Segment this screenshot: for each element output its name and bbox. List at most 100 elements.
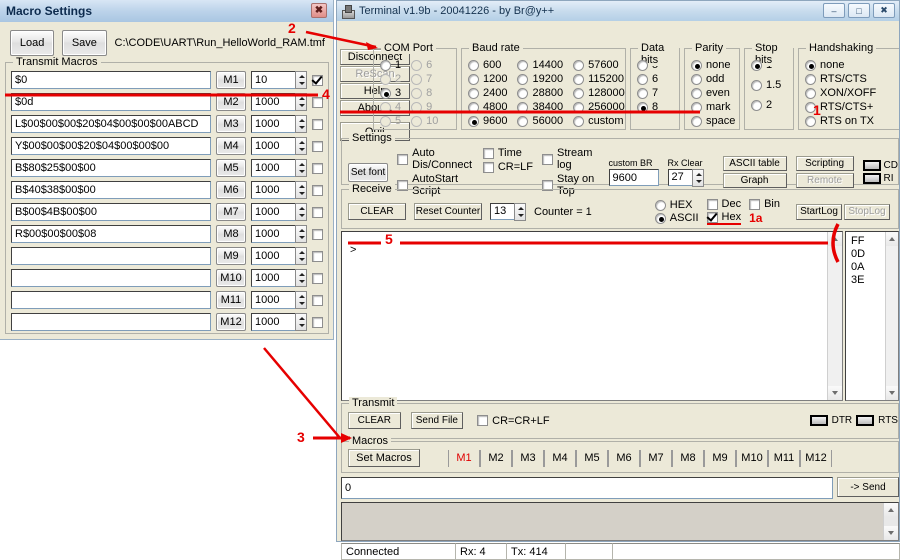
macro-enable-checkbox-m5[interactable] [312,162,323,174]
radio-icon[interactable] [805,87,816,99]
macro-name-button-m2[interactable]: M2 [216,93,246,111]
radio-option-28800[interactable]: 28800 [517,87,563,99]
radio-icon[interactable] [380,87,391,99]
scroll-down-icon[interactable] [884,526,898,540]
macro-enable-checkbox-m12[interactable] [312,316,323,328]
radio-option-8[interactable]: 8 [637,101,658,113]
macro-delay-stepper-m10[interactable] [295,269,307,287]
radio-icon[interactable] [637,87,648,99]
macro-enable-checkbox-m10[interactable] [312,272,323,284]
radio-option-6[interactable]: 6 [411,59,438,71]
ascii-table-button[interactable]: ASCII table [722,156,787,171]
receive-mode-hex-radio[interactable] [654,199,666,211]
macro-text-input-m12[interactable] [11,313,211,331]
counter-limit-input[interactable]: 13 [490,202,514,220]
macro-delay-stepper-m2[interactable] [295,93,307,111]
radio-option-7[interactable]: 7 [411,73,438,85]
macro-delay-stepper-m1[interactable] [295,71,307,89]
checkbox-icon[interactable] [541,153,553,165]
stoplog-button[interactable]: StopLog [844,203,890,220]
close-icon[interactable]: ✖ [311,3,327,18]
hex-checkbox[interactable] [706,211,718,223]
send-input[interactable]: 0 [341,477,833,499]
radio-icon[interactable] [468,87,479,99]
macro-name-button-m11[interactable]: M11 [216,291,246,309]
radio-option-2400[interactable]: 2400 [468,87,507,99]
macro-name-button-m1[interactable]: M1 [216,71,246,89]
macro-delay-input-m7[interactable]: 1000 [251,203,295,221]
macro-delay-input-m3[interactable]: 1000 [251,115,295,133]
receive-text-panel[interactable]: > [341,231,843,401]
macro-text-input-m5[interactable]: B$80$25$00$00 [11,159,211,177]
remote-button[interactable]: Remote [795,173,854,188]
radio-icon[interactable] [573,87,585,99]
dec-checkbox[interactable] [706,198,718,210]
scratch-panel[interactable] [341,502,899,541]
macro-button-m8[interactable]: M8 [672,449,704,467]
radio-option-2[interactable]: 2 [751,99,781,111]
radio-icon[interactable] [637,73,648,85]
macro-text-input-m3[interactable]: L$00$00$00$20$04$00$00$00ABCD [11,115,211,133]
macro-text-input-m6[interactable]: B$40$38$00$00 [11,181,211,199]
radio-icon[interactable] [751,99,762,111]
radio-icon[interactable] [691,101,702,113]
radio-option-rtscts[interactable]: RTS/CTS [805,73,876,85]
macro-delay-input-m5[interactable]: 1000 [251,159,295,177]
scroll-down-icon[interactable] [886,386,898,400]
send-button[interactable]: -> Send [837,477,899,497]
macro-enable-checkbox-m7[interactable] [312,206,323,218]
macro-delay-input-m8[interactable]: 1000 [251,225,295,243]
scratch-scrollbar[interactable] [883,503,898,540]
radio-option-none[interactable]: none [805,59,876,71]
macro-button-m3[interactable]: M3 [512,449,544,467]
radio-icon[interactable] [691,73,702,85]
macro-delay-stepper-m4[interactable] [295,137,307,155]
macro-button-m10[interactable]: M10 [736,449,768,467]
load-button[interactable]: Load [10,30,55,56]
macro-text-input-m4[interactable]: Y$00$00$00$20$04$00$00$00 [11,137,211,155]
radio-option-4[interactable]: 4 [380,101,401,113]
graph-button[interactable]: Graph [722,173,787,188]
radio-option-38400[interactable]: 38400 [517,101,563,113]
radio-icon[interactable] [805,73,816,85]
receive-scrollbar[interactable] [827,232,842,400]
macro-delay-input-m6[interactable]: 1000 [251,181,295,199]
minimize-icon[interactable]: – [823,3,845,18]
radio-icon[interactable] [380,101,391,113]
radio-icon[interactable] [411,101,423,113]
radio-icon[interactable] [411,115,423,127]
set-font-button[interactable]: Set font [348,162,389,182]
radio-icon[interactable] [751,59,762,71]
macro-enable-checkbox-m8[interactable] [312,228,323,240]
macro-delay-stepper-m5[interactable] [295,159,307,177]
macro-name-button-m9[interactable]: M9 [216,247,246,265]
close-icon[interactable]: ✖ [873,3,895,18]
checkbox-option-autodisconnect[interactable]: Auto Dis/Connect [397,147,474,171]
macro-name-button-m6[interactable]: M6 [216,181,246,199]
macro-name-button-m7[interactable]: M7 [216,203,246,221]
cr-crlf-checkbox[interactable] [477,415,489,426]
radio-icon[interactable] [380,115,391,127]
checkbox-option-streamlog[interactable]: Stream log [541,147,598,171]
radio-icon[interactable] [691,87,702,99]
macro-button-m2[interactable]: M2 [480,449,512,467]
scroll-up-icon[interactable] [886,232,898,246]
macro-text-input-m11[interactable] [11,291,211,309]
scroll-up-icon[interactable] [828,232,842,246]
radio-option-6[interactable]: 6 [637,73,658,85]
radio-option-9600[interactable]: 9600 [468,115,507,127]
macro-text-input-m7[interactable]: B$00$4B$00$00 [11,203,211,221]
macro-delay-input-m12[interactable]: 1000 [251,313,295,331]
radio-option-odd[interactable]: odd [691,73,735,85]
radio-icon[interactable] [468,73,479,85]
radio-icon[interactable] [517,115,529,127]
radio-icon[interactable] [468,59,479,71]
radio-icon[interactable] [380,59,391,71]
radio-icon[interactable] [517,101,529,113]
radio-option-57600[interactable]: 57600 [573,59,625,71]
radio-icon[interactable] [637,59,648,71]
radio-icon[interactable] [573,73,585,85]
rx-clear-input[interactable]: 27 [667,168,692,186]
radio-option-10[interactable]: 10 [411,115,438,127]
macro-delay-input-m4[interactable]: 1000 [251,137,295,155]
